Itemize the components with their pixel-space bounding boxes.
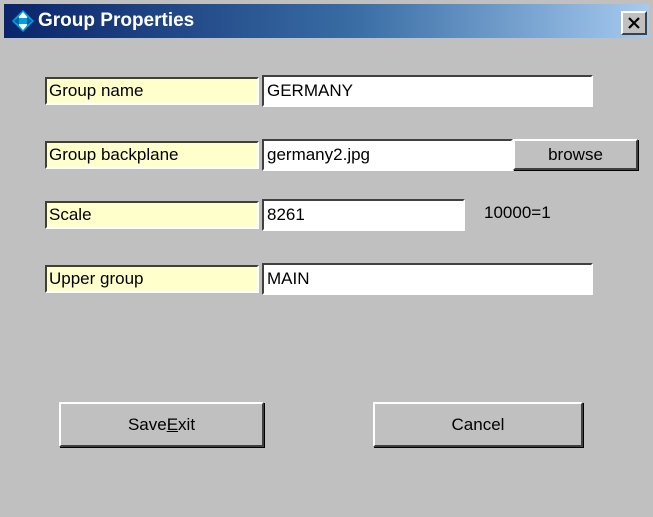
upper-group-input[interactable]: MAIN [262, 263, 593, 295]
close-button[interactable] [621, 11, 647, 35]
scale-input[interactable]: 8261 [262, 199, 465, 231]
scale-ratio-note: 10000=1 [484, 203, 551, 222]
group-name-input[interactable]: GERMANY [262, 75, 593, 107]
save-exit-button[interactable]: Save Exit [59, 402, 264, 447]
save-exit-label-prefix: Save [127, 414, 167, 434]
group-properties-dialog: Group Properties Group name GERMANY Grou… [0, 0, 653, 517]
group-name-label: Group name [45, 77, 259, 105]
window-title: Group Properties [38, 10, 195, 31]
diamond-arrows-icon [12, 10, 34, 32]
browse-button[interactable]: browse [513, 139, 638, 170]
close-icon [628, 17, 640, 29]
cancel-button[interactable]: Cancel [373, 402, 583, 447]
save-exit-mnemonic: E [166, 414, 179, 434]
group-backplane-label: Group backplane [45, 141, 259, 169]
title-bar[interactable]: Group Properties [4, 4, 649, 38]
upper-group-label: Upper group [45, 265, 259, 293]
save-exit-label-suffix: xit [178, 414, 196, 434]
group-backplane-input[interactable]: germany2.jpg [262, 139, 513, 171]
scale-label: Scale [45, 201, 259, 229]
